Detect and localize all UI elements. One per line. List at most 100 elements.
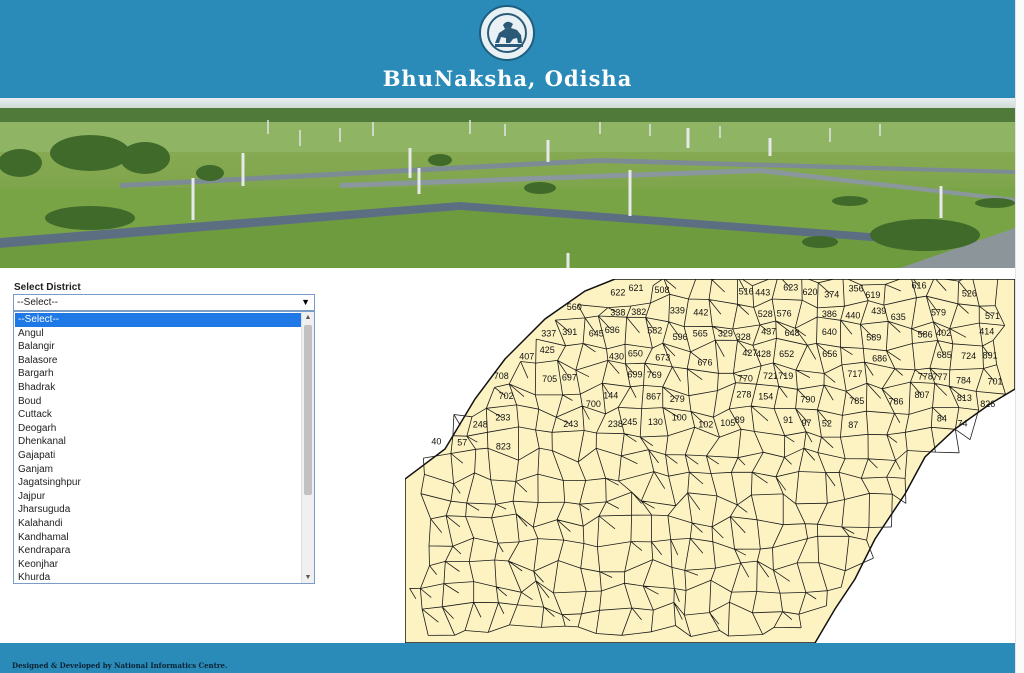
parcel-number[interactable]: 721 bbox=[763, 371, 778, 381]
parcel-number[interactable]: 785 bbox=[849, 396, 864, 406]
parcel-number[interactable]: 621 bbox=[629, 283, 644, 293]
parcel-number[interactable]: 620 bbox=[803, 287, 818, 297]
parcel-number[interactable]: 635 bbox=[891, 312, 906, 322]
parcel-number[interactable]: 382 bbox=[631, 307, 646, 317]
parcel-number[interactable]: 867 bbox=[646, 392, 661, 402]
district-option[interactable]: Jharsuguda bbox=[15, 503, 302, 517]
parcel-number[interactable]: 676 bbox=[698, 358, 713, 368]
parcel-number[interactable]: 565 bbox=[693, 328, 708, 338]
parcel-number[interactable]: 648 bbox=[785, 328, 800, 338]
parcel-number[interactable]: 440 bbox=[845, 310, 860, 320]
dropdown-arrow-icon[interactable]: ▼ bbox=[301, 297, 310, 307]
parcel-number[interactable]: 790 bbox=[800, 395, 815, 405]
parcel-number[interactable]: 52 bbox=[822, 419, 832, 429]
parcel-number[interactable]: 705 bbox=[542, 374, 557, 384]
parcel-number[interactable]: 57 bbox=[457, 438, 467, 448]
parcel-number[interactable]: 328 bbox=[736, 332, 751, 342]
parcel-number[interactable]: 719 bbox=[778, 371, 793, 381]
district-dropdown-list[interactable]: --Select-- Angul Balangir Balasore Barga… bbox=[13, 311, 315, 584]
cadastral-map-canvas[interactable]: 622 621 508 516 443 623 620 374 356619 616 526 560 3… bbox=[405, 279, 1015, 643]
parcel-number[interactable]: 784 bbox=[956, 376, 971, 386]
parcel-number[interactable]: 786 bbox=[889, 397, 904, 407]
parcel-number[interactable]: 770 bbox=[738, 374, 753, 384]
parcel-number[interactable]: 673 bbox=[655, 353, 670, 363]
parcel-number[interactable]: 248 bbox=[473, 420, 488, 430]
scroll-up-icon[interactable]: ▲ bbox=[302, 312, 314, 323]
parcel-number[interactable]: 586 bbox=[918, 330, 933, 340]
scroll-down-icon[interactable]: ▼ bbox=[302, 572, 314, 583]
parcel-number[interactable]: 105 bbox=[720, 418, 735, 428]
parcel-number[interactable]: 87 bbox=[848, 420, 858, 430]
parcel-number[interactable]: 623 bbox=[783, 283, 798, 293]
dropdown-scrollbar[interactable]: ▲ ▼ bbox=[301, 312, 314, 583]
parcel-number[interactable]: 777 bbox=[933, 372, 948, 382]
parcel-number[interactable]: 386 bbox=[822, 309, 837, 319]
parcel-number[interactable]: 582 bbox=[647, 325, 662, 335]
district-option[interactable]: Deogarh bbox=[15, 422, 302, 436]
parcel-number[interactable]: 516 bbox=[739, 287, 754, 297]
parcel-number[interactable]: 717 bbox=[847, 369, 862, 379]
parcel-number[interactable]: 439 bbox=[871, 306, 886, 316]
parcel-number[interactable]: 233 bbox=[495, 413, 510, 423]
district-option[interactable]: Bargarh bbox=[15, 367, 302, 381]
parcel-number[interactable]: 337 bbox=[541, 328, 556, 338]
parcel-number[interactable]: 279 bbox=[670, 394, 685, 404]
parcel-number[interactable]: 144 bbox=[603, 390, 618, 400]
parcel-number[interactable]: 130 bbox=[648, 417, 663, 427]
parcel-number[interactable]: 616 bbox=[912, 281, 927, 291]
district-option[interactable]: Khurda bbox=[15, 571, 302, 583]
district-option[interactable]: Keonjhar bbox=[15, 558, 302, 572]
district-option[interactable]: Angul bbox=[15, 327, 302, 341]
district-option[interactable]: Kandhamal bbox=[15, 531, 302, 545]
parcel-number[interactable]: 430 bbox=[609, 351, 624, 361]
parcel-number[interactable]: 560 bbox=[567, 302, 582, 312]
district-option[interactable]: Jagatsinghpur bbox=[15, 476, 302, 490]
parcel-number[interactable]: 589 bbox=[866, 333, 881, 343]
parcel-number[interactable]: 100 bbox=[672, 412, 687, 422]
parcel-number[interactable]: 428 bbox=[756, 349, 771, 359]
district-option[interactable]: Bhadrak bbox=[15, 381, 302, 395]
parcel-number[interactable]: 339 bbox=[670, 306, 685, 316]
parcel-number[interactable]: 619 bbox=[865, 290, 880, 300]
parcel-number[interactable]: 391 bbox=[562, 327, 577, 337]
parcel-number[interactable]: 640 bbox=[822, 327, 837, 337]
parcel-number[interactable]: 443 bbox=[755, 287, 770, 297]
parcel-number[interactable]: 442 bbox=[693, 308, 708, 318]
district-option[interactable]: Balangir bbox=[15, 340, 302, 354]
parcel-number[interactable]: 278 bbox=[736, 389, 751, 399]
parcel-number[interactable]: 708 bbox=[494, 371, 509, 381]
district-option[interactable]: Cuttack bbox=[15, 408, 302, 422]
district-option[interactable]: Balasore bbox=[15, 354, 302, 368]
parcel-number[interactable]: 891 bbox=[983, 350, 998, 360]
parcel-number[interactable]: 407 bbox=[519, 351, 534, 361]
parcel-number[interactable]: 89 bbox=[735, 415, 745, 425]
parcel-number[interactable]: 238 bbox=[608, 419, 623, 429]
parcel-number[interactable]: 596 bbox=[673, 332, 688, 342]
parcel-number[interactable]: 528 bbox=[758, 309, 773, 319]
district-option[interactable]: --Select-- bbox=[15, 313, 302, 327]
parcel-number[interactable]: 374 bbox=[824, 290, 839, 300]
scrollbar-thumb[interactable] bbox=[304, 325, 312, 495]
parcel-number[interactable]: 813 bbox=[957, 393, 972, 403]
parcel-number[interactable]: 84 bbox=[937, 413, 947, 423]
parcel-number[interactable]: 656 bbox=[822, 349, 837, 359]
parcel-number[interactable]: 102 bbox=[698, 419, 713, 429]
parcel-number[interactable]: 329 bbox=[718, 328, 733, 338]
district-option[interactable]: Jajpur bbox=[15, 490, 302, 504]
parcel-number[interactable]: 97 bbox=[802, 418, 812, 428]
parcel-number[interactable]: 697 bbox=[562, 372, 577, 382]
parcel-number[interactable]: 769 bbox=[647, 370, 662, 380]
parcel-number[interactable]: 702 bbox=[499, 391, 514, 401]
parcel-number[interactable]: 701 bbox=[988, 376, 1003, 386]
cadastral-map[interactable]: 622 621 508 516 443 623 620 374 356 619 616 526 560 3… bbox=[405, 279, 1015, 643]
parcel-number[interactable]: 508 bbox=[655, 285, 670, 295]
district-option[interactable]: Ganjam bbox=[15, 463, 302, 477]
district-option[interactable]: Boud bbox=[15, 395, 302, 409]
parcel-number[interactable]: 636 bbox=[605, 325, 620, 335]
parcel-number[interactable]: 686 bbox=[872, 354, 887, 364]
parcel-number[interactable]: 652 bbox=[779, 349, 794, 359]
parcel-number[interactable]: 650 bbox=[628, 349, 643, 359]
parcel-number[interactable]: 724 bbox=[961, 351, 976, 361]
parcel-number[interactable]: 526 bbox=[962, 289, 977, 299]
parcel-number[interactable]: 571 bbox=[985, 311, 1000, 321]
